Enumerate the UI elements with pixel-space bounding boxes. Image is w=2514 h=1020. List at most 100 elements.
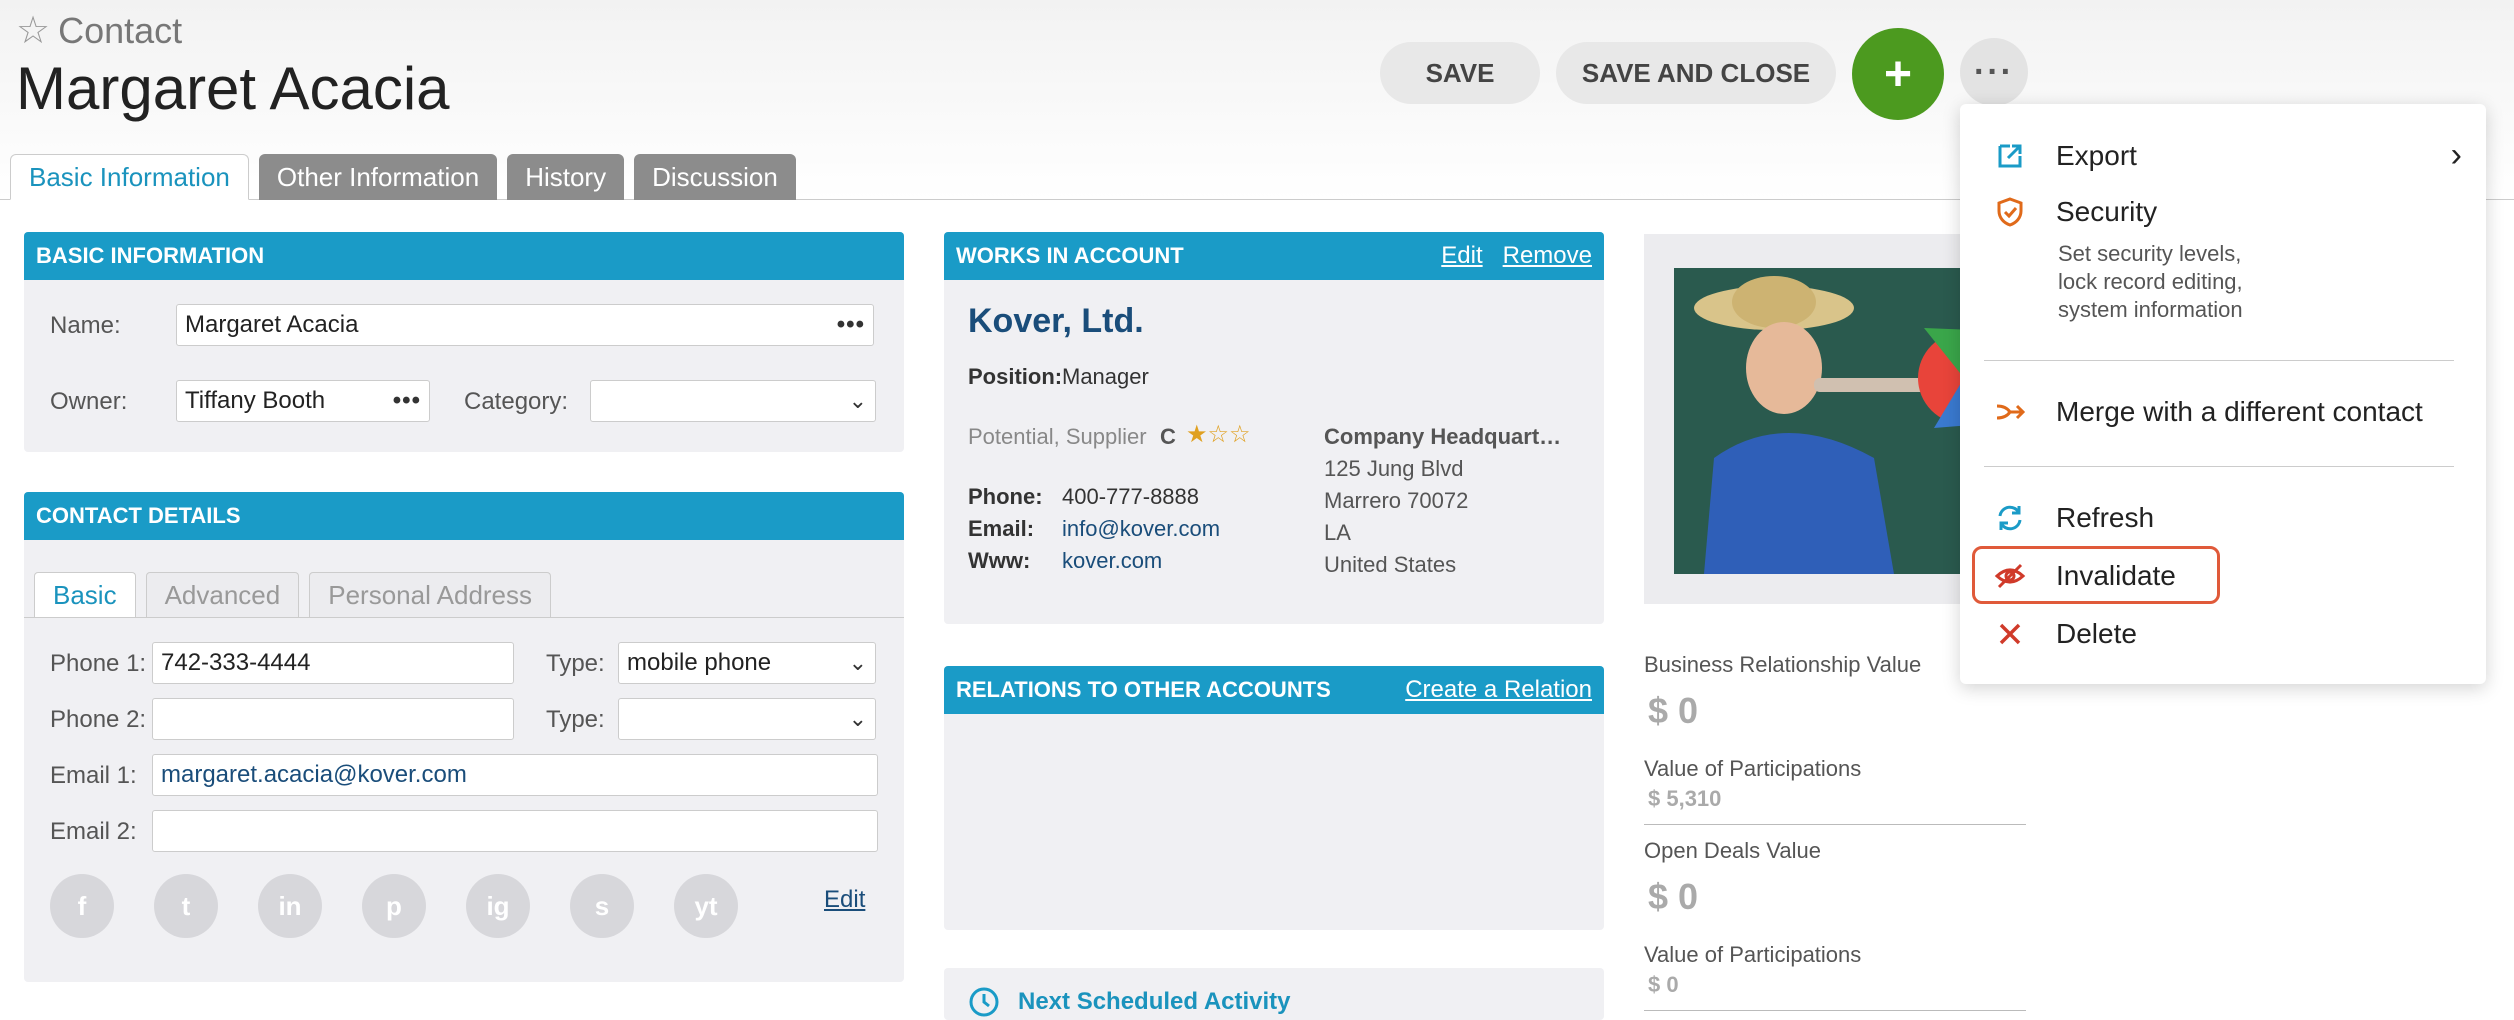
type2-label: Type: — [546, 706, 605, 733]
email1-input[interactable]: margaret.acacia@kover.com — [152, 754, 878, 796]
email1-label: Email 1: — [50, 762, 137, 789]
type1-label: Type: — [546, 650, 605, 677]
vop2-label: Value of Participations — [1644, 942, 1862, 967]
menu-item-label: Security — [2056, 196, 2158, 227]
star-icon[interactable]: ☆ — [16, 8, 50, 53]
account-email-link[interactable]: info@kover.com — [1062, 516, 1220, 542]
odv-label: Open Deals Value — [1644, 838, 1821, 863]
subtab-advanced[interactable]: Advanced — [145, 572, 300, 618]
type2-select[interactable]: ⌄ — [618, 698, 876, 740]
security-description: Set security levels, lock record editing… — [2058, 240, 2243, 324]
rating-stars: ★☆☆ — [1186, 421, 1251, 448]
menu-item-label: Invalidate — [2056, 560, 2176, 591]
security-desc-line: system information — [2058, 297, 2243, 322]
instagram-icon[interactable]: ig — [466, 874, 530, 938]
page-title: Margaret Acacia — [16, 55, 450, 122]
menu-item-label: Merge with a different contact — [2056, 396, 2423, 427]
next-activity-label: Next Scheduled Activity — [1018, 988, 1291, 1015]
menu-separator — [1984, 360, 2454, 361]
account-www-link[interactable]: kover.com — [1062, 548, 1162, 574]
phone2-label: Phone 2: — [50, 706, 147, 733]
relations-panel: RELATIONS TO OTHER ACCOUNTS Create a Rel… — [944, 666, 1604, 930]
brv-label: Business Relationship Value — [1644, 652, 1922, 677]
vop1-value: $ 5,310 — [1648, 786, 1722, 811]
account-email-label: Email: — [968, 516, 1035, 541]
create-relation-link[interactable]: Create a Relation — [1405, 676, 1592, 704]
name-field[interactable]: Margaret Acacia ••• — [176, 304, 874, 346]
type1-value: mobile phone — [627, 649, 772, 676]
name-value: Margaret Acacia — [185, 311, 359, 338]
security-desc-line: Set security levels, — [2058, 241, 2242, 266]
menu-item-label: Delete — [2056, 618, 2137, 649]
position-value: Manager — [1062, 364, 1149, 389]
tab-history[interactable]: History — [507, 154, 625, 200]
menu-item-export[interactable]: Export › — [1992, 136, 2462, 175]
refresh-icon — [1992, 500, 2028, 536]
owner-value: Tiffany Booth — [185, 387, 326, 414]
facebook-icon[interactable]: f — [50, 874, 114, 938]
panel-heading: RELATIONS TO OTHER ACCOUNTS Create a Rel… — [944, 666, 1604, 714]
account-phone-label: Phone: — [968, 484, 1043, 509]
add-button[interactable]: + — [1852, 28, 1944, 120]
category-select[interactable]: ⌄ — [590, 380, 876, 422]
tab-discussion[interactable]: Discussion — [634, 154, 796, 200]
category-label: Category: — [464, 388, 569, 415]
skype-icon[interactable]: s — [570, 874, 634, 938]
owner-field[interactable]: Tiffany Booth ••• — [176, 380, 430, 422]
remove-account-link[interactable]: Remove — [1503, 242, 1592, 270]
email2-label: Email 2: — [50, 818, 137, 845]
odv-value: $ 0 — [1648, 876, 1699, 917]
more-icon[interactable]: ••• — [393, 387, 421, 415]
account-grade: C — [1160, 424, 1176, 449]
next-activity-header[interactable]: Next Scheduled Activity — [968, 986, 1291, 1018]
save-button[interactable]: SAVE — [1380, 42, 1540, 104]
menu-item-label: Refresh — [2056, 502, 2155, 533]
linkedin-icon[interactable]: in — [258, 874, 322, 938]
edit-social-link[interactable]: Edit — [824, 886, 865, 914]
youtube-icon[interactable]: yt — [674, 874, 738, 938]
panel-title: RELATIONS TO OTHER ACCOUNTS — [956, 677, 1331, 702]
account-name-link[interactable]: Kover, Ltd. — [968, 302, 1144, 341]
chevron-down-icon: ⌄ — [848, 650, 867, 675]
phone1-label: Phone 1: — [50, 650, 147, 677]
account-phone-value: 400-777-8888 — [1062, 484, 1200, 509]
subtab-personal-address[interactable]: Personal Address — [309, 572, 552, 618]
pinterest-icon[interactable]: p — [362, 874, 426, 938]
brv-value: $ 0 — [1648, 690, 1699, 731]
more-actions-button[interactable]: ··· — [1960, 38, 2028, 106]
menu-item-merge[interactable]: Merge with a different contact — [1992, 394, 2423, 430]
edit-account-link[interactable]: Edit — [1441, 242, 1482, 270]
menu-item-invalidate[interactable]: Invalidate — [1992, 558, 2176, 594]
tab-other-information[interactable]: Other Information — [258, 154, 498, 200]
phone2-input[interactable] — [152, 698, 514, 740]
subtab-basic[interactable]: Basic — [34, 572, 136, 618]
name-label: Name: — [50, 312, 121, 339]
owner-label: Owner: — [50, 388, 128, 415]
panel-title: WORKS IN ACCOUNT — [956, 243, 1184, 268]
close-icon — [1992, 616, 2028, 652]
hq-line3: LA — [1324, 520, 1351, 545]
phone1-input[interactable]: 742-333-4444 — [152, 642, 514, 684]
subtab-divider — [24, 617, 904, 618]
clock-icon — [969, 987, 999, 1017]
hq-line4: United States — [1324, 552, 1457, 577]
menu-item-label: Export — [2056, 139, 2137, 171]
account-relation: Potential, Supplier — [968, 424, 1147, 449]
eye-off-icon — [1992, 558, 2028, 594]
shield-icon — [1992, 194, 2028, 230]
value-divider — [1644, 1010, 2026, 1011]
menu-item-delete[interactable]: Delete — [1992, 616, 2137, 652]
value-divider — [1644, 824, 2026, 825]
position-label: Position: — [968, 364, 1063, 389]
menu-item-security[interactable]: Security — [1992, 194, 2157, 230]
panel-heading: WORKS IN ACCOUNT Edit Remove — [944, 232, 1604, 280]
twitter-icon[interactable]: t — [154, 874, 218, 938]
menu-item-refresh[interactable]: Refresh — [1992, 500, 2154, 536]
chevron-down-icon: ⌄ — [848, 706, 867, 731]
type1-select[interactable]: mobile phone ⌄ — [618, 642, 876, 684]
save-and-close-button[interactable]: SAVE AND CLOSE — [1556, 42, 1836, 104]
email2-input[interactable] — [152, 810, 878, 852]
more-icon[interactable]: ••• — [837, 311, 865, 339]
tab-basic-information[interactable]: Basic Information — [10, 154, 249, 200]
hq-line2: Marrero 70072 — [1324, 488, 1469, 513]
